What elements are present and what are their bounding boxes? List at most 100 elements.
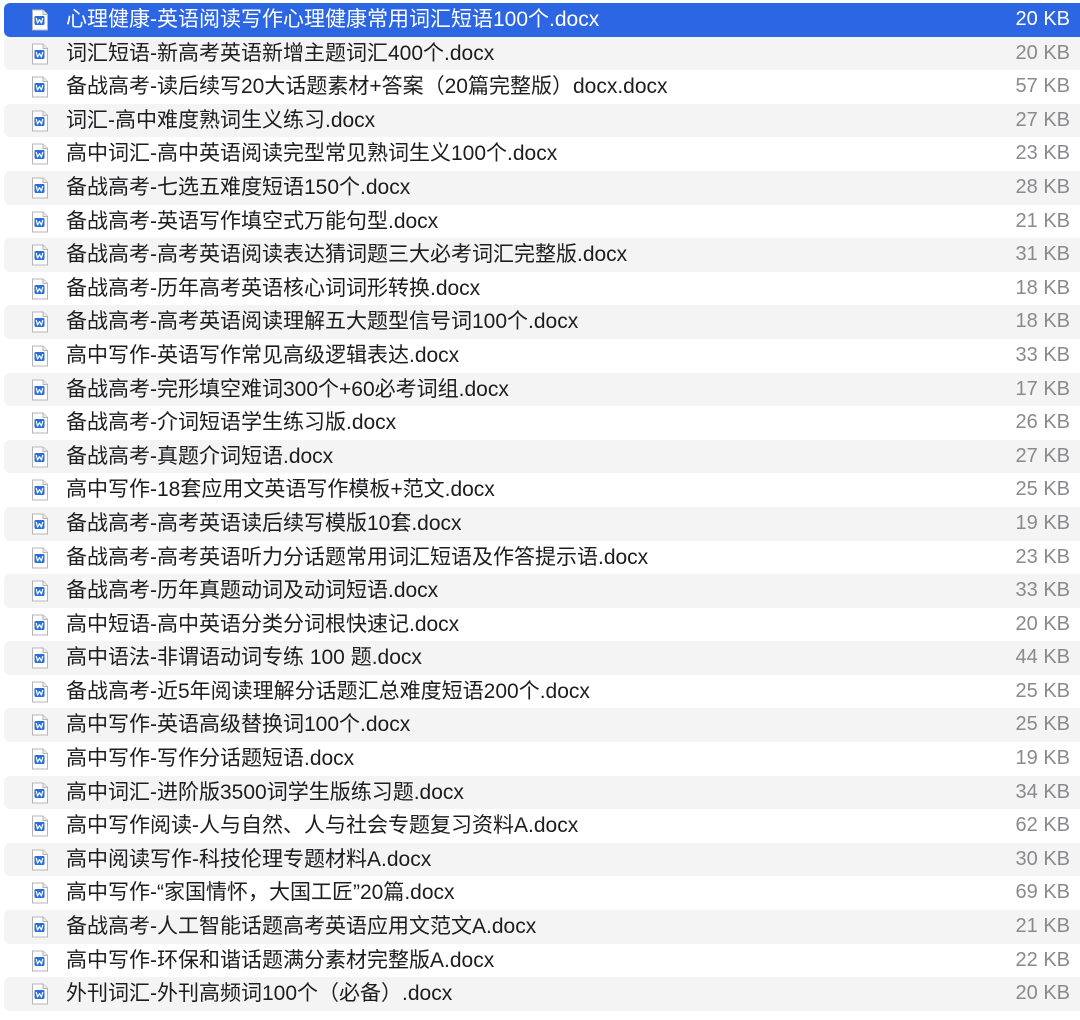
file-row[interactable]: 高中写作-“家国情怀，大国工匠”20篇.docx 69 KB: [4, 876, 1080, 911]
file-row[interactable]: 备战高考-真题介词短语.docx 27 KB: [4, 439, 1080, 474]
file-size: 23 KB: [1015, 142, 1070, 165]
file-size: 22 KB: [1015, 948, 1070, 971]
file-name: 高中写作阅读-人与自然、人与社会专题复习资料A.docx: [66, 814, 579, 838]
file-name: 备战高考-高考英语阅读表达猜词题三大必考词汇完整版.docx: [66, 243, 628, 267]
file-name: 备战高考-人工智能话题高考英语应用文范文A.docx: [66, 915, 537, 939]
file-row[interactable]: 备战高考-高考英语读后续写模版10套.docx 19 KB: [4, 506, 1080, 541]
word-document-icon: [31, 681, 49, 703]
word-document-icon: [31, 614, 49, 636]
file-name: 高中写作-英语高级替换词100个.docx: [66, 713, 411, 737]
word-document-icon: [31, 547, 49, 569]
file-name: 高中词汇-高中英语阅读完型常见熟词生义100个.docx: [66, 142, 558, 166]
file-size: 27 KB: [1015, 444, 1070, 467]
file-row[interactable]: 备战高考-读后续写20大话题素材+答案（20篇完整版）docx.docx 57 K…: [4, 70, 1080, 104]
word-document-icon: [31, 580, 49, 602]
file-size: 34 KB: [1015, 780, 1070, 803]
file-row[interactable]: 备战高考-历年真题动词及动词短语.docx 33 KB: [4, 574, 1080, 608]
file-list: 心理健康-英语阅读写作心理健康常用词汇短语100个.docx 20 KB 词汇短语-…: [0, 3, 1080, 1013]
file-size: 69 KB: [1015, 881, 1070, 904]
file-name: 备战高考-高考英语读后续写模版10套.docx: [66, 511, 462, 535]
file-name: 外刊词汇-外刊高频词100个（必备）.docx: [66, 982, 453, 1006]
file-size: 25 KB: [1015, 713, 1070, 736]
file-name: 高中写作-18套应用文英语写作模板+范文.docx: [66, 478, 495, 502]
file-row[interactable]: 高中阅读写作-科技伦理专题材料A.docx 30 KB: [4, 842, 1080, 877]
word-document-icon: [31, 345, 49, 367]
file-row[interactable]: 备战高考-高考英语阅读理解五大题型信号词100个.docx 18 KB: [4, 305, 1080, 339]
word-document-icon: [31, 916, 49, 938]
word-document-icon: [31, 379, 49, 401]
file-size: 19 KB: [1015, 747, 1070, 770]
file-row[interactable]: 备战高考-英语写作填空式万能句型.docx 21 KB: [4, 204, 1080, 239]
word-document-icon: [31, 647, 49, 669]
word-document-icon: [31, 311, 49, 333]
word-document-icon: [31, 110, 49, 132]
file-row[interactable]: 高中写作-英语高级替换词100个.docx 25 KB: [4, 708, 1080, 743]
file-name: 备战高考-近5年阅读理解分话题汇总难度短语200个.docx: [66, 679, 590, 703]
word-document-icon: [31, 143, 49, 165]
file-row[interactable]: 备战高考-人工智能话题高考英语应用文范文A.docx 21 KB: [4, 910, 1080, 944]
file-name: 备战高考-英语写作填空式万能句型.docx: [66, 209, 439, 233]
file-name: 备战高考-高考英语阅读理解五大题型信号词100个.docx: [66, 310, 579, 334]
file-size: 17 KB: [1015, 377, 1070, 400]
word-document-icon: [31, 782, 49, 804]
file-name: 词汇-高中难度熟词生义练习.docx: [66, 108, 376, 132]
file-name: 高中词汇-进阶版3500词学生版练习题.docx: [66, 780, 464, 804]
file-size: 23 KB: [1015, 545, 1070, 568]
file-size: 26 KB: [1015, 411, 1070, 434]
file-name: 备战高考-读后续写20大话题素材+答案（20篇完整版）docx.docx: [66, 75, 668, 99]
file-name: 高中写作-环保和谐话题满分素材完整版A.docx: [66, 948, 495, 972]
file-row[interactable]: 备战高考-介词短语学生练习版.docx 26 KB: [4, 406, 1080, 440]
file-row[interactable]: 备战高考-近5年阅读理解分话题汇总难度短语200个.docx 25 KB: [4, 674, 1080, 709]
file-name: 词汇短语-新高考英语新增主题词汇400个.docx: [66, 41, 495, 65]
file-name: 高中写作-写作分话题短语.docx: [66, 747, 355, 771]
file-size: 25 KB: [1015, 478, 1070, 501]
file-row[interactable]: 高中词汇-高中英语阅读完型常见熟词生义100个.docx 23 KB: [4, 137, 1080, 171]
word-document-icon: [31, 950, 49, 972]
file-name: 备战高考-介词短语学生练习版.docx: [66, 411, 397, 435]
word-document-icon: [31, 479, 49, 501]
file-size: 25 KB: [1015, 679, 1070, 702]
file-row[interactable]: 词汇-高中难度熟词生义练习.docx 27 KB: [4, 103, 1080, 138]
file-size: 20 KB: [1015, 982, 1070, 1005]
file-size: 62 KB: [1015, 814, 1070, 837]
word-document-icon: [31, 244, 49, 266]
file-row[interactable]: 备战高考-七选五难度短语150个.docx 28 KB: [4, 170, 1080, 205]
file-row[interactable]: 备战高考-高考英语阅读表达猜词题三大必考词汇完整版.docx 31 KB: [4, 238, 1080, 272]
file-size: 44 KB: [1015, 646, 1070, 669]
file-name: 高中阅读写作-科技伦理专题材料A.docx: [66, 847, 432, 871]
file-row[interactable]: 备战高考-历年高考英语核心词词形转换.docx 18 KB: [4, 271, 1080, 306]
file-size: 20 KB: [1015, 41, 1070, 64]
file-row[interactable]: 词汇短语-新高考英语新增主题词汇400个.docx 20 KB: [4, 36, 1080, 71]
file-size: 18 KB: [1015, 276, 1070, 299]
word-document-icon: [31, 714, 49, 736]
file-row[interactable]: 心理健康-英语阅读写作心理健康常用词汇短语100个.docx 20 KB: [4, 3, 1080, 37]
file-name: 备战高考-历年真题动词及动词短语.docx: [66, 579, 439, 603]
file-row[interactable]: 高中写作-写作分话题短语.docx 19 KB: [4, 742, 1080, 776]
file-size: 31 KB: [1015, 243, 1070, 266]
file-row[interactable]: 高中写作-18套应用文英语写作模板+范文.docx 25 KB: [4, 473, 1080, 507]
file-row[interactable]: 备战高考-完形填空难词300个+60必考词组.docx 17 KB: [4, 372, 1080, 407]
file-row[interactable]: 高中写作-环保和谐话题满分素材完整版A.docx 22 KB: [4, 943, 1080, 978]
file-name: 心理健康-英语阅读写作心理健康常用词汇短语100个.docx: [66, 8, 600, 31]
file-name: 备战高考-七选五难度短语150个.docx: [66, 175, 411, 199]
file-size: 30 KB: [1015, 847, 1070, 870]
file-name: 高中语法-非谓语动词专练 100 题.docx: [66, 646, 422, 670]
file-row[interactable]: 高中词汇-进阶版3500词学生版练习题.docx 34 KB: [4, 775, 1080, 810]
file-size: 33 KB: [1015, 579, 1070, 602]
word-document-icon: [31, 278, 49, 300]
file-row[interactable]: 外刊词汇-外刊高频词100个（必备）.docx 20 KB: [4, 977, 1080, 1011]
file-row[interactable]: 高中写作阅读-人与自然、人与社会专题复习资料A.docx 62 KB: [4, 809, 1080, 843]
file-size: 20 KB: [1015, 8, 1070, 30]
file-name: 备战高考-历年高考英语核心词词形转换.docx: [66, 276, 481, 300]
file-row[interactable]: 高中短语-高中英语分类分词根快速记.docx 20 KB: [4, 607, 1080, 642]
file-name: 备战高考-完形填空难词300个+60必考词组.docx: [66, 377, 509, 401]
file-size: 20 KB: [1015, 612, 1070, 635]
file-size: 19 KB: [1015, 511, 1070, 534]
file-size: 57 KB: [1015, 75, 1070, 98]
file-name: 高中短语-高中英语分类分词根快速记.docx: [66, 612, 460, 636]
file-row[interactable]: 备战高考-高考英语听力分话题常用词汇短语及作答提示语.docx 23 KB: [4, 540, 1080, 575]
file-name: 高中写作-“家国情怀，大国工匠”20篇.docx: [66, 881, 455, 905]
file-size: 33 KB: [1015, 343, 1070, 366]
file-row[interactable]: 高中语法-非谓语动词专练 100 题.docx 44 KB: [4, 641, 1080, 675]
file-row[interactable]: 高中写作-英语写作常见高级逻辑表达.docx 33 KB: [4, 338, 1080, 373]
